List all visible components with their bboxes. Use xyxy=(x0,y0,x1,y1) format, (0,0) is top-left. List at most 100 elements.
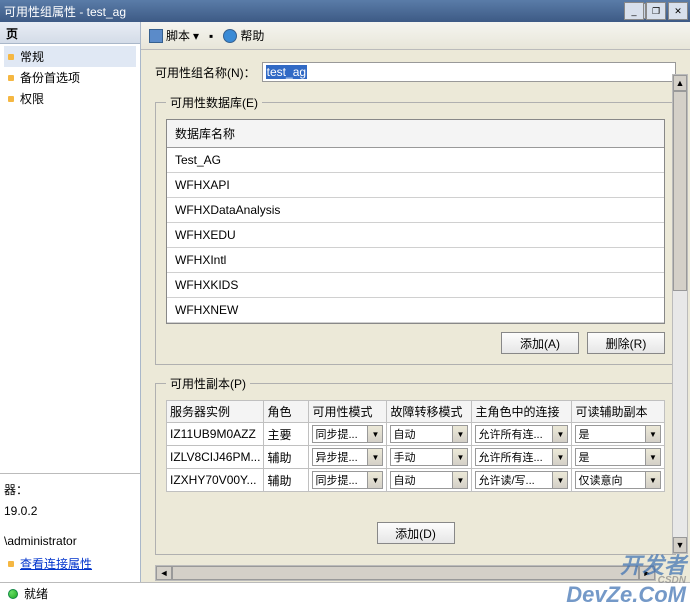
scroll-left-icon[interactable]: ◄ xyxy=(156,566,172,580)
col-failover[interactable]: 故障转移模式 xyxy=(387,401,472,423)
cell-role: 辅助 xyxy=(264,469,309,492)
chevron-down-icon: ▼ xyxy=(645,426,660,442)
status-text: 就绪 xyxy=(24,585,48,602)
scroll-down-icon[interactable]: ▼ xyxy=(673,537,687,553)
replica-row[interactable]: IZXHY70V00Y... 辅助 同步提...▼ 自动▼ 允许读/写...▼ … xyxy=(167,469,665,492)
outer-minimize-button[interactable]: _ xyxy=(624,2,644,20)
db-row[interactable]: WFHXDataAnalysis xyxy=(167,198,664,223)
nav-label: 备份首选项 xyxy=(20,69,80,86)
nav-item-backup[interactable]: 备份首选项 xyxy=(4,67,136,88)
db-row[interactable]: WFHXEDU xyxy=(167,223,664,248)
add-db-button[interactable]: 添加(A) xyxy=(501,332,579,354)
db-row[interactable]: WFHXKIDS xyxy=(167,273,664,298)
col-mode[interactable]: 可用性模式 xyxy=(309,401,387,423)
databases-table: 数据库名称 Test_AG WFHXAPI WFHXDataAnalysis W… xyxy=(166,119,665,324)
col-role[interactable]: 角色 xyxy=(264,401,309,423)
replica-row[interactable]: IZ11UB9M0AZZ 主要 同步提...▼ 自动▼ 允许所有连...▼ 是▼ xyxy=(167,423,665,446)
chevron-down-icon: ▼ xyxy=(367,472,382,488)
help-button[interactable]: 帮助 xyxy=(223,27,264,44)
nav-label: 常规 xyxy=(20,48,44,65)
server-value: 19.0.2 xyxy=(4,501,136,521)
add-replica-button[interactable]: 添加(D) xyxy=(377,522,455,544)
db-row[interactable]: Test_AG xyxy=(167,148,664,173)
databases-legend: 可用性数据库(E) xyxy=(166,94,262,111)
outer-restore-button[interactable]: ❐ xyxy=(646,2,666,20)
chevron-down-icon: ▼ xyxy=(452,426,467,442)
bullet-icon xyxy=(8,75,14,81)
outer-close-button[interactable]: ✕ xyxy=(668,2,688,20)
failover-combo[interactable]: 手动▼ xyxy=(390,448,468,466)
scroll-up-icon[interactable]: ▲ xyxy=(673,75,687,91)
replicas-legend: 可用性副本(P) xyxy=(166,375,250,392)
window-title: 可用性组属性 - test_ag xyxy=(4,3,628,20)
chevron-down-icon: ▼ xyxy=(552,449,567,465)
help-label: 帮助 xyxy=(240,27,264,44)
col-readable[interactable]: 可读辅助副本 xyxy=(572,401,665,423)
horizontal-scrollbar[interactable]: ◄ ► xyxy=(155,565,656,581)
scroll-right-icon[interactable]: ► xyxy=(639,566,655,580)
chevron-down-icon: ▼ xyxy=(552,472,567,488)
user-value: \administrator xyxy=(4,531,136,551)
left-pane-header: 页 xyxy=(0,22,140,44)
conn-combo[interactable]: 允许所有连...▼ xyxy=(475,448,568,466)
connection-block: 器： 19.0.2 \administrator 查看连接属性 xyxy=(0,473,140,582)
script-button[interactable]: 脚本 ▾ xyxy=(149,27,199,44)
mode-combo[interactable]: 异步提...▼ xyxy=(312,448,383,466)
read-combo[interactable]: 是▼ xyxy=(575,425,661,443)
replica-row[interactable]: IZLV8CIJ46PM... 辅助 异步提...▼ 手动▼ 允许所有连...▼… xyxy=(167,446,665,469)
dropdown-icon: ▾ xyxy=(193,29,199,43)
read-combo[interactable]: 是▼ xyxy=(575,448,661,466)
db-row[interactable]: WFHXAPI xyxy=(167,173,664,198)
server-label: 器： xyxy=(4,480,136,500)
col-conn[interactable]: 主角色中的连接 xyxy=(472,401,572,423)
script-label: 脚本 xyxy=(166,27,190,44)
chevron-down-icon: ▼ xyxy=(367,449,382,465)
failover-combo[interactable]: 自动▼ xyxy=(390,471,468,489)
cell-server: IZLV8CIJ46PM... xyxy=(167,446,264,469)
replicas-group: 可用性副本(P) 服务器实例 角色 可用性模式 故障转移模式 主角色中的连接 可… xyxy=(155,375,676,555)
db-header-name[interactable]: 数据库名称 xyxy=(167,120,664,148)
ag-name-value: test_ag xyxy=(266,65,307,79)
ag-name-input[interactable]: test_ag xyxy=(262,62,676,82)
nav-label: 权限 xyxy=(20,90,44,107)
col-server[interactable]: 服务器实例 xyxy=(167,401,264,423)
left-pane: 页 常规 备份首选项 权限 器： 19.0.2 \administrator 查… xyxy=(0,22,141,582)
status-ready-icon xyxy=(8,589,18,599)
help-icon xyxy=(223,29,237,43)
nav-item-general[interactable]: 常规 xyxy=(4,46,136,67)
mode-combo[interactable]: 同步提...▼ xyxy=(312,425,383,443)
failover-combo[interactable]: 自动▼ xyxy=(390,425,468,443)
db-row[interactable]: WFHXIntl xyxy=(167,248,664,273)
chevron-down-icon: ▼ xyxy=(452,449,467,465)
scroll-thumb[interactable] xyxy=(673,91,687,291)
scroll-thumb[interactable] xyxy=(172,566,639,580)
vertical-scrollbar[interactable]: ▲ ▼ xyxy=(672,74,688,554)
right-pane: 脚本 ▾ ▪ 帮助 可用性组名称(N)： test_ag 可用性数据库(E) 数… xyxy=(141,22,690,582)
delete-db-button[interactable]: 删除(R) xyxy=(587,332,665,354)
bullet-icon xyxy=(8,54,14,60)
chevron-down-icon: ▼ xyxy=(645,449,660,465)
conn-combo[interactable]: 允许所有连...▼ xyxy=(475,425,568,443)
conn-combo[interactable]: 允许读/写...▼ xyxy=(475,471,568,489)
script-icon xyxy=(149,29,163,43)
nav-item-permissions[interactable]: 权限 xyxy=(4,88,136,109)
toolbar: 脚本 ▾ ▪ 帮助 xyxy=(141,22,690,50)
read-combo[interactable]: 仅读意向▼ xyxy=(575,471,661,489)
databases-group: 可用性数据库(E) 数据库名称 Test_AG WFHXAPI WFHXData… xyxy=(155,94,676,365)
mode-combo[interactable]: 同步提...▼ xyxy=(312,471,383,489)
cell-server: IZXHY70V00Y... xyxy=(167,469,264,492)
ag-name-label: 可用性组名称(N)： xyxy=(155,64,256,81)
view-conn-props[interactable]: 查看连接属性 xyxy=(4,552,136,576)
cell-server: IZ11UB9M0AZZ xyxy=(167,423,264,446)
status-bar: 就绪 xyxy=(0,582,690,604)
db-row[interactable]: WFHXNEW xyxy=(167,298,664,323)
cell-role: 辅助 xyxy=(264,446,309,469)
cell-role: 主要 xyxy=(264,423,309,446)
bullet-icon xyxy=(8,561,14,567)
chevron-down-icon: ▼ xyxy=(552,426,567,442)
conn-link-label: 查看连接属性 xyxy=(20,554,92,574)
chevron-down-icon: ▼ xyxy=(645,472,660,488)
titlebar: 可用性组属性 - test_ag _ □ ✕ xyxy=(0,0,690,22)
toolbar-separator: ▪ xyxy=(209,29,213,43)
bullet-icon xyxy=(8,96,14,102)
